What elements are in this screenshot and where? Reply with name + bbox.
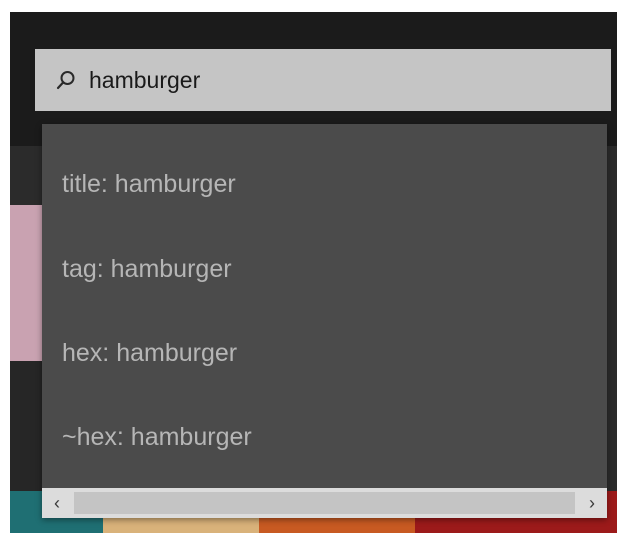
suggestions-dropdown: title: hamburger tag: hamburger hex: ham… (42, 124, 607, 518)
search-bar[interactable] (35, 49, 611, 111)
scroll-thumb[interactable] (74, 492, 575, 514)
search-icon (55, 69, 77, 91)
horizontal-scrollbar[interactable]: ‹ › (42, 488, 607, 518)
suggestion-hex[interactable]: hex: hamburger (42, 311, 607, 395)
suggestion-approx-hex[interactable]: ~hex: hamburger (42, 395, 607, 479)
scroll-left-button[interactable]: ‹ (42, 488, 72, 518)
suggestion-title[interactable]: title: hamburger (42, 142, 607, 226)
color-swatch-pink[interactable] (10, 205, 42, 361)
color-swatch-dark[interactable] (10, 361, 42, 491)
suggestion-tag[interactable]: tag: hamburger (42, 227, 607, 311)
search-input[interactable] (89, 66, 569, 94)
chevron-left-icon: ‹ (54, 492, 60, 513)
app-window: title: hamburger tag: hamburger hex: ham… (10, 12, 617, 533)
scroll-right-button[interactable]: › (577, 488, 607, 518)
chevron-right-icon: › (589, 492, 595, 513)
